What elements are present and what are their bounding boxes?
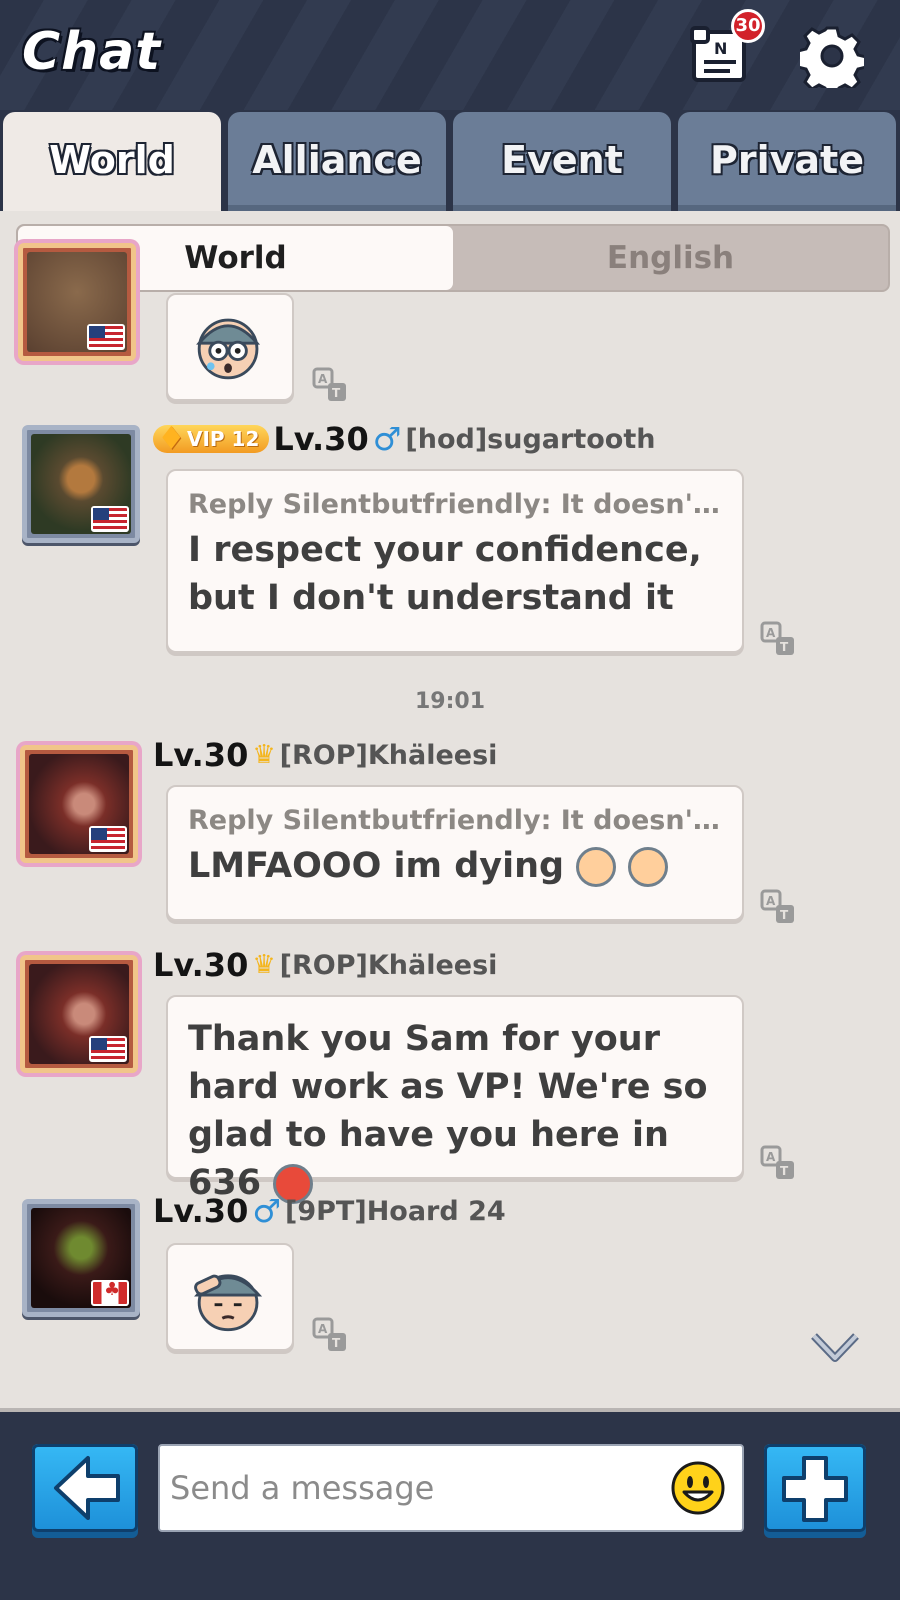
message-text-content: Thank you Sam for your hard work as VP! … xyxy=(188,1019,708,1203)
chat-content: World English A T ♦ VIP 12 Lv.30 ♂ [hod]… xyxy=(0,211,900,1408)
male-icon: ♂ xyxy=(372,420,402,458)
level-label: Lv.30 xyxy=(273,420,369,458)
level-label: Lv.30 xyxy=(153,1192,249,1230)
tab-label: Alliance xyxy=(252,138,422,182)
svg-text:A: A xyxy=(318,372,328,386)
avatar[interactable] xyxy=(20,955,138,1073)
svg-text:T: T xyxy=(780,908,789,922)
svg-text:T: T xyxy=(780,1164,789,1178)
chat-header: Chat N 30 xyxy=(0,0,900,112)
add-button[interactable] xyxy=(764,1444,866,1532)
sticker-message[interactable] xyxy=(166,1243,294,1351)
notification-badge: 30 xyxy=(731,9,765,43)
tab-event[interactable]: Event xyxy=(453,112,671,211)
laughing-soldier-emoji xyxy=(628,847,669,887)
user-name-row: Lv.30 ♂ [9PT]Hoard 24 xyxy=(153,1189,506,1233)
laughing-soldier-emoji xyxy=(576,847,617,887)
message-bubble[interactable]: Reply Silentbutfriendly: It doesn't ... … xyxy=(166,469,744,653)
crown-icon: ♛ xyxy=(252,950,276,980)
svg-text:T: T xyxy=(332,1336,341,1350)
tab-label: World xyxy=(49,138,175,182)
translate-icon[interactable]: A T xyxy=(760,1145,796,1181)
translate-icon[interactable]: A T xyxy=(312,367,348,403)
level-label: Lv.30 xyxy=(153,736,249,774)
avatar[interactable] xyxy=(20,745,138,863)
avatar[interactable] xyxy=(22,425,140,543)
shocked-soldier-sticker xyxy=(196,318,261,380)
svg-text:T: T xyxy=(332,386,341,400)
username[interactable]: [hod]sugartooth xyxy=(405,424,655,455)
smiley-icon[interactable] xyxy=(670,1460,726,1516)
chat-tabs: World Alliance Event Private xyxy=(0,110,900,211)
canada-flag-icon xyxy=(91,1279,129,1306)
vip-badge: VIP 12 xyxy=(153,419,270,457)
message-bubble[interactable]: Reply Silentbutfriendly: It doesn't ... … xyxy=(166,785,744,921)
chevron-down-icon[interactable] xyxy=(810,1330,860,1366)
svg-text:A: A xyxy=(318,1322,328,1336)
plus-icon xyxy=(782,1456,848,1522)
reply-quote: Reply Silentbutfriendly: It doesn't ... xyxy=(188,805,722,836)
svg-text:A: A xyxy=(766,626,776,640)
chat-footer xyxy=(0,1408,900,1600)
avatar[interactable] xyxy=(22,1199,140,1317)
page-title: Chat xyxy=(22,22,162,82)
male-icon: ♂ xyxy=(252,1192,282,1230)
translate-icon[interactable]: A T xyxy=(312,1317,348,1353)
us-flag-icon xyxy=(89,826,127,852)
back-button[interactable] xyxy=(32,1444,138,1532)
crown-icon: ♛ xyxy=(252,740,276,770)
saluting-soldier-sticker xyxy=(194,1274,263,1332)
message-text-content: LMFAOOO im dying xyxy=(188,846,565,886)
svg-text:A: A xyxy=(766,1150,776,1164)
tab-alliance[interactable]: Alliance xyxy=(228,112,446,211)
user-name-row: Lv.30 ♛ [ROP]Khäleesi xyxy=(153,943,497,987)
message-text: Thank you Sam for your hard work as VP! … xyxy=(188,1015,722,1207)
message-text: I respect your confidence, but I don't u… xyxy=(188,530,702,618)
tab-label: Private xyxy=(710,138,864,182)
level-label: Lv.30 xyxy=(153,946,249,984)
username[interactable]: [ROP]Khäleesi xyxy=(280,740,498,771)
username[interactable]: [9PT]Hoard 24 xyxy=(285,1196,506,1227)
message-input[interactable] xyxy=(158,1444,744,1532)
reply-quote: Reply Silentbutfriendly: It doesn't ... xyxy=(188,489,722,520)
translate-icon[interactable]: A T xyxy=(760,889,796,925)
tab-private[interactable]: Private xyxy=(678,112,896,211)
svg-text:T: T xyxy=(780,640,789,654)
arrow-left-icon xyxy=(54,1456,120,1520)
message-bubble[interactable]: Thank you Sam for your hard work as VP! … xyxy=(166,995,744,1204)
svg-text:N: N xyxy=(714,39,727,58)
username[interactable]: [ROP]Khäleesi xyxy=(280,950,498,981)
svg-text:A: A xyxy=(766,894,776,908)
translate-icon[interactable]: A T xyxy=(760,621,796,657)
us-flag-icon xyxy=(91,506,129,532)
avatar[interactable] xyxy=(18,243,136,361)
message-list[interactable]: A T VIP 12 Lv.30 ♂ [hod]sugartooth Reply… xyxy=(0,243,900,1408)
message-text: LMFAOOO im dying xyxy=(188,842,722,890)
user-name-row: Lv.30 ♛ [ROP]Khäleesi xyxy=(153,733,497,777)
gear-icon[interactable] xyxy=(800,24,864,88)
toggle-english[interactable]: English xyxy=(453,226,888,290)
user-name-row: VIP 12 Lv.30 ♂ [hod]sugartooth xyxy=(153,417,655,461)
language-toggle: World English xyxy=(16,224,890,292)
us-flag-icon xyxy=(89,1036,127,1062)
tab-world[interactable]: World xyxy=(3,112,221,211)
tab-label: Event xyxy=(501,138,623,182)
timestamp: 19:01 xyxy=(414,689,486,714)
us-flag-icon xyxy=(87,324,125,350)
sticker-message[interactable] xyxy=(166,293,294,401)
